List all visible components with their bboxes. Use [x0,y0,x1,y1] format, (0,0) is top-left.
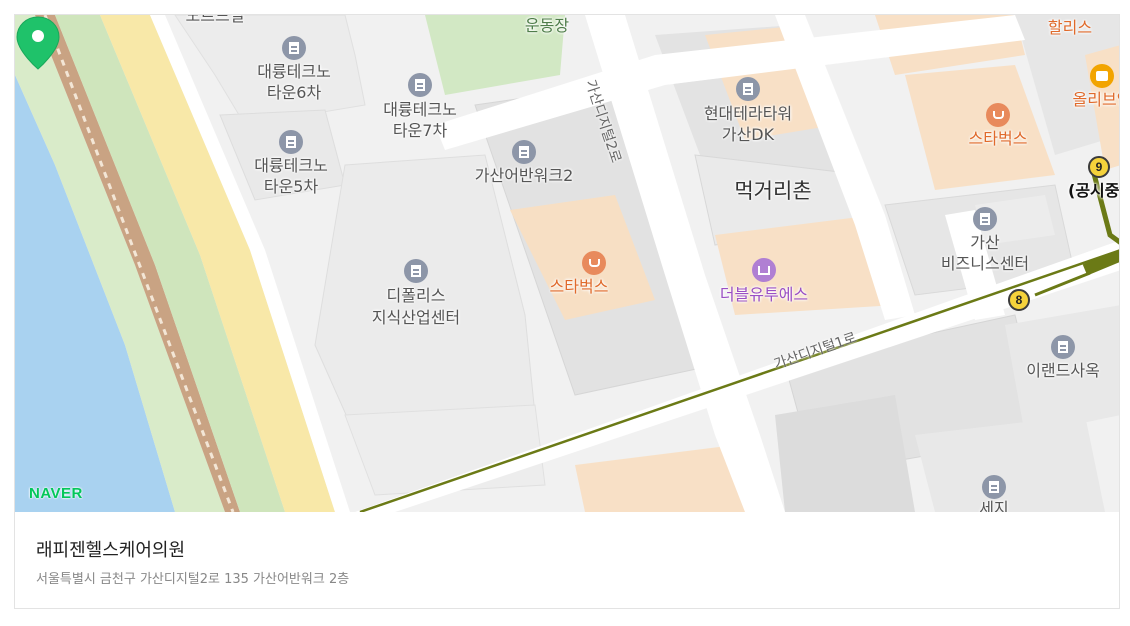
label-town7-line2[interactable]: 타운7차 [393,120,447,141]
label-double-u[interactable]: 더블유투에스 [720,284,808,305]
building-icon[interactable] [404,259,428,283]
label-iland[interactable]: 이랜드사옥 [1026,360,1100,381]
label-food-street[interactable]: 먹거리촌 [734,178,811,204]
location-pin-icon[interactable] [15,15,61,71]
building-icon[interactable] [282,36,306,60]
place-address: 서울특별시 금천구 가산디지털2로 135 가산어반워크 2층 [36,572,350,587]
subway-icon[interactable]: 8 [1008,289,1030,311]
cafe-icon[interactable] [986,103,1010,127]
place-name[interactable]: 래피젠헬스케어의원 [36,536,185,562]
label-gasan-work2[interactable]: 가산어반워크2 [475,165,574,186]
label-town6-line2[interactable]: 타운6차 [267,82,321,103]
building-icon[interactable] [973,207,997,231]
building-icon[interactable] [279,130,303,154]
label-town6-line1[interactable]: 대륭테크노 [257,61,331,82]
beauty-icon[interactable] [752,258,776,282]
building-icon[interactable] [982,475,1006,499]
naver-logo[interactable]: NAVER [29,485,83,502]
label-town5-line1[interactable]: 대륭테크노 [254,155,328,176]
label-oliveyoung[interactable]: 올리브영 [1073,89,1119,110]
map-card[interactable]: 노르드멀 운동장 할리스 대륭테크노 타운6차 대륭테크노 타운7차 대륭테크노… [14,14,1120,609]
place-info[interactable]: 래피젠헬스케어의원 서울특별시 금천구 가산디지털2로 135 가산어반워크 2… [15,512,1119,608]
label-stadium[interactable]: 운동장 [525,15,569,36]
mart-icon[interactable] [1090,64,1114,88]
label-top-cut: 노르드멀 [185,15,245,25]
label-seji[interactable]: 세지 [979,498,1008,512]
label-starbucks-main[interactable]: 스타벅스 [550,276,609,297]
building-icon[interactable] [1051,335,1075,359]
label-gasan-biz-line2[interactable]: 비즈니스센터 [941,253,1029,274]
label-hyundai-line2[interactable]: 가산DK [722,124,774,145]
label-gasan-biz-line1[interactable]: 가산 [970,232,999,253]
label-dplace-line2[interactable]: 지식산업센터 [372,307,460,328]
subway-icon[interactable]: 9 [1088,156,1110,178]
label-town5-line2[interactable]: 타운5차 [264,176,318,197]
label-hyundai-line1[interactable]: 현대테라타워 [704,103,792,124]
label-gongdan[interactable]: (공시중 [1068,180,1119,201]
building-icon[interactable] [512,140,536,164]
label-hollys[interactable]: 할리스 [1048,17,1092,38]
cafe-icon[interactable] [582,251,606,275]
label-dplace-line1[interactable]: 디폴리스 [387,285,446,306]
map-view[interactable]: 노르드멀 운동장 할리스 대륭테크노 타운6차 대륭테크노 타운7차 대륭테크노… [15,15,1119,512]
label-starbucks-top[interactable]: 스타벅스 [969,128,1028,149]
building-icon[interactable] [408,73,432,97]
building-icon[interactable] [736,77,760,101]
label-town7-line1[interactable]: 대륭테크노 [383,99,457,120]
